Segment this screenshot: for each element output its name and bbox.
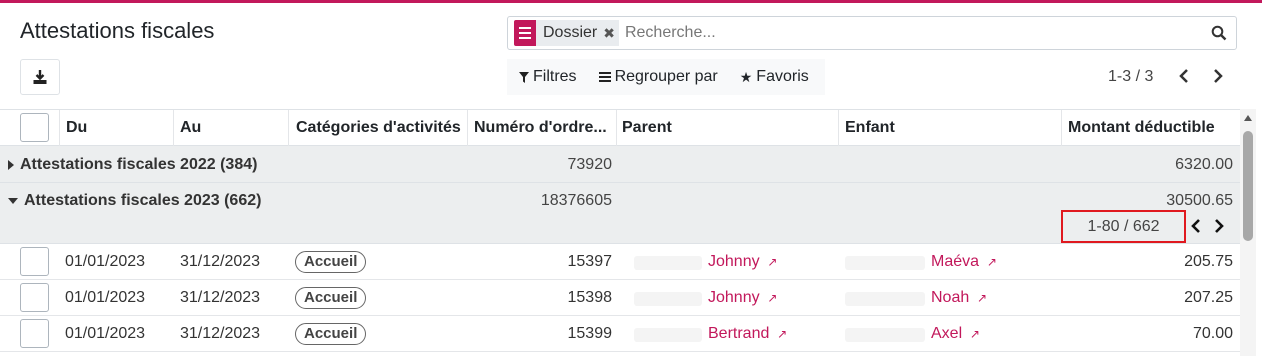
- search-input[interactable]: [622, 23, 1183, 43]
- redacted-text: [845, 292, 925, 306]
- remove-facet-icon[interactable]: ✖: [603, 25, 615, 42]
- external-link-icon[interactable]: ↗: [774, 327, 787, 341]
- caret-right-icon: [8, 159, 14, 170]
- groupby-button[interactable]: Regrouper par: [598, 68, 718, 86]
- cell-amount: 207.25: [1184, 289, 1233, 306]
- pager-value[interactable]: 1-3 / 3: [1108, 68, 1153, 86]
- parent-link[interactable]: Johnny ↗: [708, 244, 777, 280]
- parent-link[interactable]: Johnny ↗: [708, 280, 777, 316]
- column-categories[interactable]: Catégories d'activités: [296, 110, 466, 146]
- cell-du: 01/01/2023: [65, 289, 146, 306]
- cell-amount: 70.00: [1192, 325, 1233, 342]
- list-icon: [598, 72, 611, 82]
- search-options: Filtres Regrouper par ★ Favoris: [507, 59, 825, 95]
- group-pager-previous-icon[interactable]: [1191, 219, 1201, 233]
- page-title: Attestations fiscales: [20, 18, 215, 43]
- cell-au: 31/12/2023: [180, 325, 261, 342]
- external-link-icon[interactable]: ↗: [764, 255, 777, 269]
- child-link[interactable]: Axel ↗: [931, 316, 980, 352]
- redacted-text: [845, 328, 925, 342]
- row-checkbox[interactable]: [20, 319, 49, 348]
- external-link-icon[interactable]: ↗: [983, 255, 997, 269]
- cell-au: 31/12/2023: [180, 289, 261, 306]
- child-link[interactable]: Maéva ↗: [931, 244, 997, 280]
- cell-order-number: 15399: [567, 325, 613, 342]
- column-enfant[interactable]: Enfant: [845, 110, 1045, 146]
- column-du[interactable]: Du: [66, 110, 166, 146]
- download-icon: [33, 70, 47, 84]
- list-header: Du Au Catégories d'activités Numéro d'or…: [0, 109, 1240, 146]
- download-button[interactable]: [20, 59, 60, 95]
- top-accent-bar: [0, 0, 1262, 3]
- table-row[interactable]: 01/01/2023 31/12/2023 Accueil 15397 John…: [0, 244, 1240, 280]
- redacted-text: [634, 292, 702, 306]
- pager-previous-icon[interactable]: [1178, 68, 1190, 84]
- filters-button[interactable]: Filtres: [519, 68, 577, 86]
- group-amount-total: 6320.00: [1175, 156, 1233, 173]
- row-checkbox[interactable]: [20, 247, 49, 276]
- cell-order-number: 15397: [567, 253, 613, 270]
- column-order-number[interactable]: Numéro d'ordre...: [474, 110, 614, 146]
- cell-au: 31/12/2023: [180, 253, 261, 270]
- table-row[interactable]: 01/01/2023 31/12/2023 Accueil 15399 Bert…: [0, 316, 1240, 352]
- group-pager-next-icon[interactable]: [1214, 219, 1224, 233]
- row-checkbox[interactable]: [20, 283, 49, 312]
- group-order-total: 18376605: [540, 192, 612, 209]
- group-pager-value[interactable]: 1-80 / 662: [1087, 218, 1159, 236]
- pager-next-icon[interactable]: [1212, 68, 1224, 84]
- external-link-icon[interactable]: ↗: [967, 327, 980, 341]
- parent-link[interactable]: Bertrand ↗: [708, 316, 787, 352]
- cell-du: 01/01/2023: [65, 253, 146, 270]
- favorites-button[interactable]: ★ Favoris: [740, 68, 809, 86]
- child-link[interactable]: Noah ↗: [931, 280, 987, 316]
- caret-down-icon: [8, 198, 18, 204]
- group-row-2023[interactable]: Attestations fiscales 2023 (662) 1837660…: [0, 183, 1240, 244]
- cell-amount: 205.75: [1184, 253, 1233, 270]
- group-pager-highlight[interactable]: 1-80 / 662: [1061, 210, 1186, 243]
- scroll-up-icon[interactable]: [1244, 115, 1252, 121]
- table-row[interactable]: 01/01/2023 31/12/2023 Accueil 15398 John…: [0, 280, 1240, 316]
- facet-label: Dossier: [543, 24, 598, 41]
- cell-order-number: 15398: [567, 289, 613, 306]
- star-icon: ★: [739, 68, 753, 85]
- group-row-2022[interactable]: Attestations fiscales 2022 (384) 73920 6…: [0, 146, 1240, 183]
- category-tag: Accueil: [295, 251, 367, 273]
- search-bar[interactable]: Dossier ✖: [507, 16, 1237, 50]
- search-icon[interactable]: [1211, 25, 1227, 41]
- select-all-checkbox[interactable]: [20, 113, 49, 142]
- category-tag: Accueil: [295, 287, 367, 309]
- redacted-text: [845, 256, 925, 270]
- category-tag: Accueil: [295, 323, 367, 345]
- list-view: Du Au Catégories d'activités Numéro d'or…: [0, 109, 1240, 352]
- vertical-scrollbar[interactable]: [1240, 109, 1256, 356]
- external-link-icon[interactable]: ↗: [974, 291, 987, 305]
- groupby-icon: [514, 20, 536, 46]
- group-amount-total: 30500.65: [1166, 192, 1233, 209]
- scrollbar-thumb[interactable]: [1243, 131, 1253, 241]
- cell-du: 01/01/2023: [65, 325, 146, 342]
- column-amount[interactable]: Montant déductible: [1068, 110, 1238, 146]
- group-order-total: 73920: [567, 156, 613, 173]
- redacted-text: [634, 256, 702, 270]
- filter-icon: [519, 71, 529, 83]
- search-facet-dossier[interactable]: Dossier ✖: [514, 20, 619, 46]
- external-link-icon[interactable]: ↗: [764, 291, 777, 305]
- redacted-text: [634, 328, 702, 342]
- column-parent[interactable]: Parent: [622, 110, 822, 146]
- column-au[interactable]: Au: [180, 110, 280, 146]
